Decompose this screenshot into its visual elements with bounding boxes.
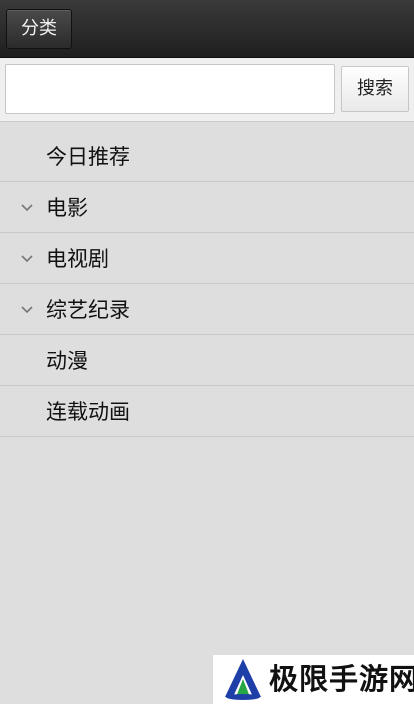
menu-item-label: 动漫 <box>46 349 88 373</box>
category-list: 今日推荐 电影 电视剧 综艺纪录 动漫 连载动画 <box>0 132 414 438</box>
menu-item-tv-series[interactable]: 电视剧 <box>0 234 414 284</box>
watermark-text: 极限手游网 <box>269 662 414 696</box>
chevron-down-icon <box>21 255 33 263</box>
search-input[interactable] <box>5 64 335 114</box>
search-bar: 搜索 <box>0 58 414 122</box>
menu-item-anime[interactable]: 动漫 <box>0 336 414 386</box>
menu-item-movies[interactable]: 电影 <box>0 183 414 233</box>
top-bar: 分类 <box>0 0 414 58</box>
category-button[interactable]: 分类 <box>6 9 72 49</box>
menu-item-label: 今日推荐 <box>46 145 130 169</box>
chevron-down-icon <box>21 306 33 314</box>
menu-item-label: 电视剧 <box>46 247 109 271</box>
menu-item-label: 综艺纪录 <box>46 298 130 322</box>
site-logo-icon <box>225 659 261 700</box>
menu-item-today-recommend[interactable]: 今日推荐 <box>0 132 414 182</box>
search-button[interactable]: 搜索 <box>341 66 409 112</box>
menu-item-variety-documentary[interactable]: 综艺纪录 <box>0 285 414 335</box>
menu-item-label: 连载动画 <box>46 400 130 424</box>
watermark: 极限手游网 <box>213 655 414 704</box>
chevron-down-icon <box>21 204 33 212</box>
menu-item-serial-animation[interactable]: 连载动画 <box>0 387 414 437</box>
app-screen: 分类 搜索 今日推荐 电影 电视剧 综艺纪录 动漫 连载动画 极限手游网 <box>0 0 414 704</box>
menu-item-label: 电影 <box>46 196 88 220</box>
